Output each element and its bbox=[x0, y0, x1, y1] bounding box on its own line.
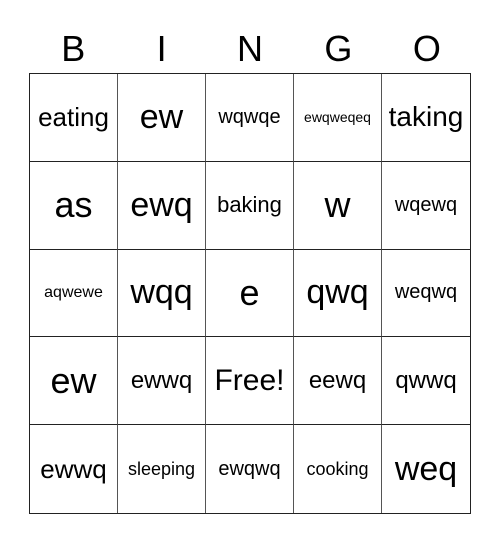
header-letter-g: G bbox=[324, 28, 353, 69]
bingo-cell[interactable]: cooking bbox=[294, 425, 382, 513]
bingo-cell[interactable]: qwq bbox=[294, 249, 382, 338]
bingo-cell[interactable]: w bbox=[294, 161, 382, 250]
bingo-cell[interactable]: taking bbox=[382, 74, 470, 162]
free-space-cell[interactable]: Free! bbox=[206, 337, 294, 426]
bingo-header: B I N G O bbox=[29, 28, 471, 70]
bingo-cell[interactable]: aqwewe bbox=[30, 249, 118, 338]
bingo-cell[interactable]: ewqweqeq bbox=[294, 74, 382, 162]
bingo-cell[interactable]: wqq bbox=[118, 249, 206, 338]
bingo-cell[interactable]: ewq bbox=[118, 161, 206, 250]
bingo-cell[interactable]: baking bbox=[206, 161, 294, 250]
bingo-cell[interactable]: eating bbox=[30, 74, 118, 162]
bingo-cell[interactable]: ew bbox=[30, 337, 118, 426]
bingo-cell[interactable]: weq bbox=[382, 425, 470, 513]
bingo-cell[interactable]: ewqwq bbox=[206, 425, 294, 513]
bingo-cell[interactable]: as bbox=[30, 161, 118, 250]
bingo-cell[interactable]: sleeping bbox=[118, 425, 206, 513]
bingo-cell[interactable]: ewwq bbox=[30, 425, 118, 513]
bingo-cell[interactable]: eewq bbox=[294, 337, 382, 426]
bingo-cell[interactable]: ew bbox=[118, 74, 206, 162]
bingo-cell[interactable]: wqewq bbox=[382, 162, 470, 250]
bingo-cell[interactable]: weqwq bbox=[382, 250, 470, 338]
bingo-cell[interactable]: ewwq bbox=[118, 337, 206, 426]
bingo-cell[interactable]: qwwq bbox=[382, 337, 470, 426]
header-letter-o: O bbox=[412, 28, 441, 69]
header-letter-b: B bbox=[61, 28, 86, 69]
bingo-cell[interactable]: e bbox=[206, 249, 294, 338]
header-letter-i: I bbox=[156, 28, 167, 69]
bingo-grid: eating ew wqwqe ewqweqeq taking as ewq b… bbox=[29, 73, 471, 514]
header-letter-n: N bbox=[237, 28, 264, 69]
bingo-cell[interactable]: wqwqe bbox=[206, 74, 294, 162]
